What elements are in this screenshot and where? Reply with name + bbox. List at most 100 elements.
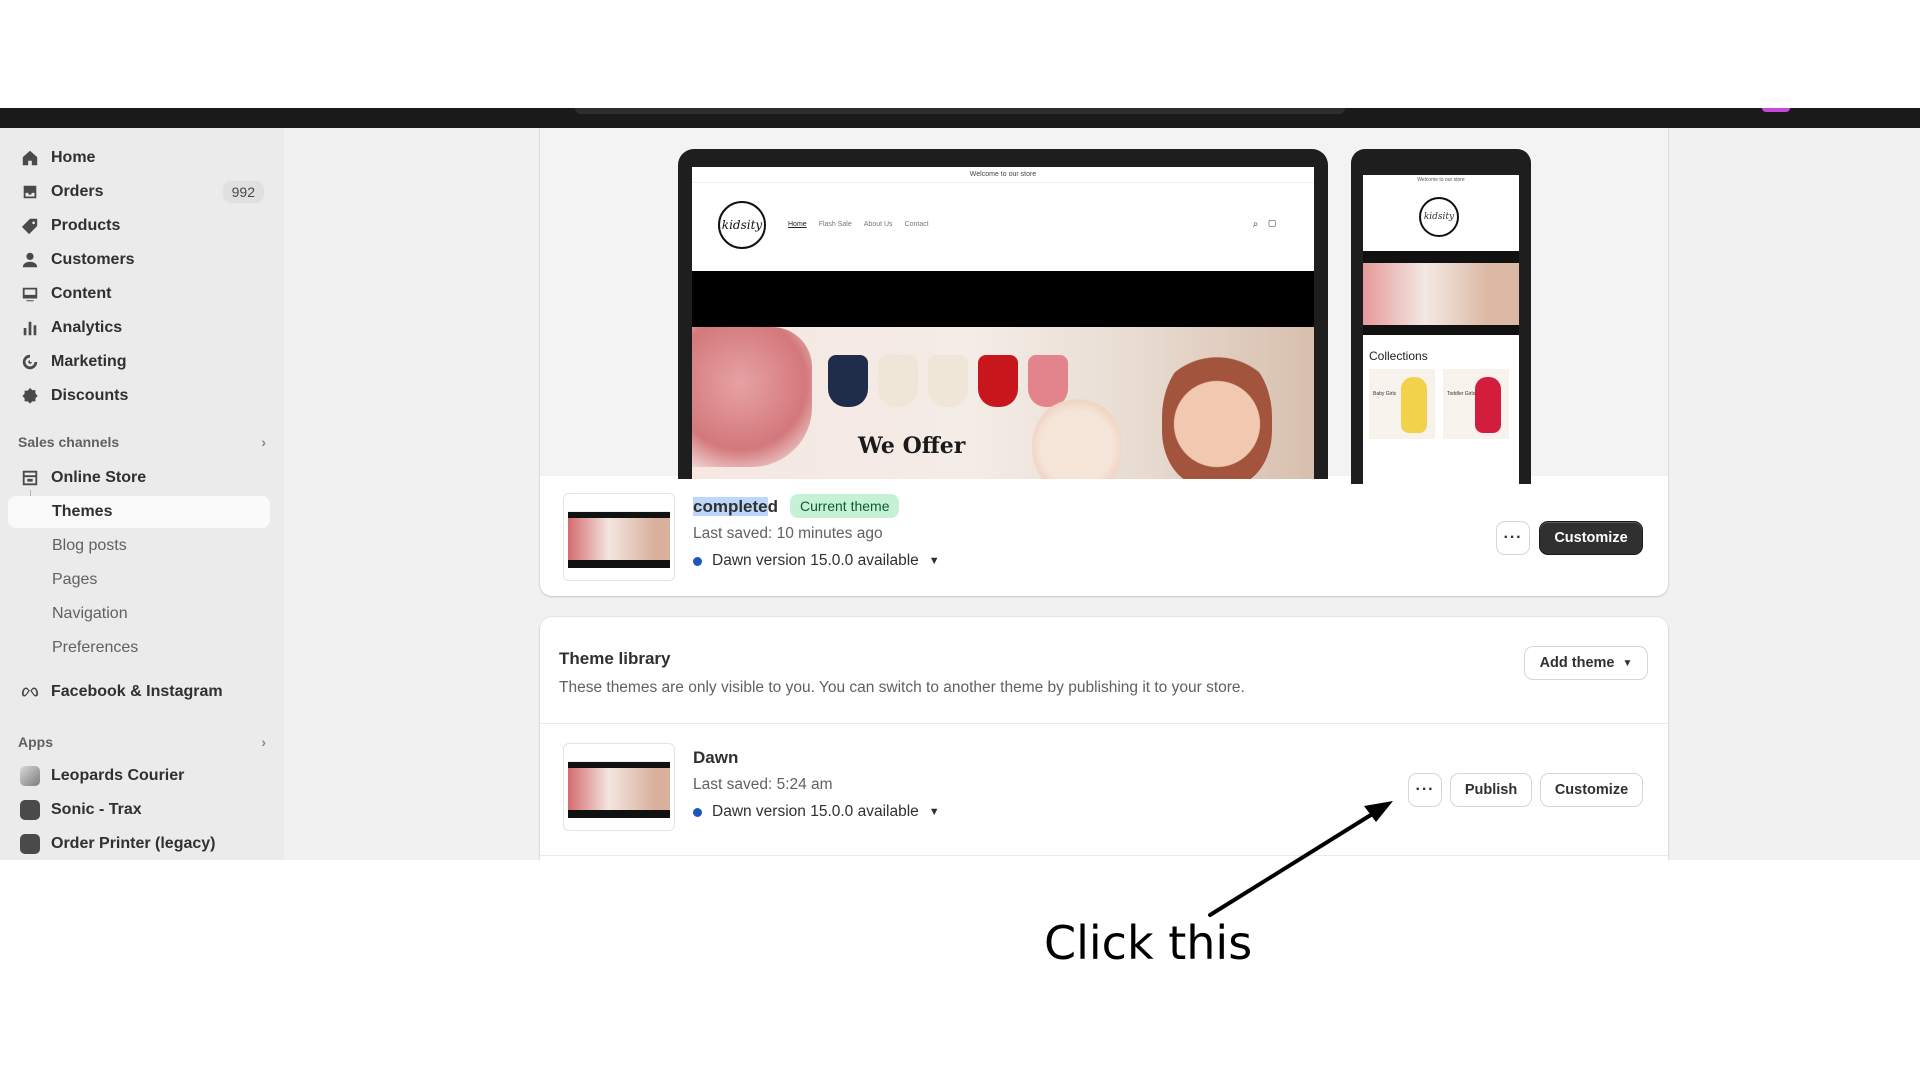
hero-heading: We Offer [858, 433, 966, 459]
orders-count-badge: 992 [222, 181, 264, 203]
chevron-right-icon: › [261, 434, 266, 450]
sidebar-item-label: Leopards Courier [51, 767, 185, 784]
sidebar-item-preferences[interactable]: Preferences [8, 632, 270, 664]
theme-library-description: These themes are only visible to you. Yo… [559, 679, 1245, 696]
kid-image [1475, 377, 1501, 433]
meta-icon [20, 682, 40, 702]
publish-button[interactable]: Publish [1451, 774, 1531, 806]
hero-banner: We Offer [692, 327, 1314, 479]
apps-label: Apps [18, 734, 53, 750]
order-printer-app-icon [20, 834, 40, 854]
sidebar-item-content[interactable]: Content [8, 278, 270, 310]
version-label: Dawn version 15.0.0 available [712, 803, 919, 820]
orders-icon [20, 182, 40, 202]
sidebar: Home Orders 992 Products Customers Conte… [0, 128, 284, 860]
customize-button[interactable]: Customize [1540, 522, 1642, 554]
add-theme-label: Add theme [1539, 655, 1615, 671]
sidebar-item-label: Customers [51, 251, 135, 268]
sidebar-item-app-order-printer[interactable]: Order Printer (legacy) [8, 828, 270, 860]
collections-heading: Collections [1369, 349, 1428, 363]
home-icon [20, 148, 40, 168]
sidebar-item-home[interactable]: Home [8, 142, 270, 174]
chevron-right-icon: › [261, 734, 266, 750]
sidebar-item-label: Home [51, 149, 96, 166]
divider [540, 723, 1668, 724]
collection-tile-label: Baby Girls [1373, 391, 1397, 397]
theme-thumbnail [563, 743, 675, 831]
sidebar-item-label: Sonic - Trax [51, 801, 142, 818]
theme-name: Dawn [693, 748, 739, 767]
version-label: Dawn version 15.0.0 available [712, 552, 919, 569]
mother-image [1162, 347, 1272, 479]
sidebar-item-label: Order Printer (legacy) [51, 835, 216, 852]
sidebar-item-label: Pages [52, 571, 98, 588]
sidebar-item-online-store[interactable]: Online Store [8, 462, 270, 494]
pink-clothing-image [692, 327, 812, 467]
apps-header[interactable]: Apps › [18, 734, 266, 750]
theme-name-rest: d [767, 497, 779, 516]
current-theme-badge: Current theme [790, 494, 900, 518]
store-icon [20, 468, 40, 488]
more-actions-button[interactable]: ··· [1497, 522, 1529, 554]
sidebar-item-app-sonic-trax[interactable]: Sonic - Trax [8, 794, 270, 826]
last-saved: Last saved: 5:24 am [693, 776, 833, 793]
chevron-down-icon: ▼ [1622, 657, 1633, 669]
version-notice[interactable]: Dawn version 15.0.0 available ▼ [693, 552, 940, 570]
chevron-down-icon: ▼ [928, 555, 940, 567]
version-notice[interactable]: Dawn version 15.0.0 available ▼ [693, 803, 940, 821]
sidebar-item-orders[interactable]: Orders 992 [8, 176, 270, 208]
sidebar-item-analytics[interactable]: Analytics [8, 312, 270, 344]
theme-library-title: Theme library [559, 649, 671, 668]
sidebar-item-label: Products [51, 217, 121, 234]
chevron-down-icon: ▼ [928, 806, 940, 818]
sales-channels-header[interactable]: Sales channels › [18, 434, 266, 450]
sidebar-item-discounts[interactable]: Discounts [8, 380, 270, 412]
sidebar-item-label: Blog posts [52, 537, 127, 554]
person-icon [20, 250, 40, 270]
announcement-bar: Welcome to our store [692, 167, 1314, 183]
sidebar-item-customers[interactable]: Customers [8, 244, 270, 276]
sidebar-item-marketing[interactable]: Marketing [8, 346, 270, 378]
store-logo: kidsity [1419, 197, 1459, 237]
black-band [1363, 325, 1519, 335]
store-header: kidsity Home Flash Sale About Us Contact… [692, 183, 1314, 271]
sidebar-item-label: Orders [51, 183, 104, 200]
add-theme-button[interactable]: Add theme ▼ [1525, 647, 1647, 679]
announcement-bar: Welcome to our store [1417, 177, 1465, 183]
customize-button[interactable]: Customize [1541, 774, 1642, 806]
theme-preview[interactable]: Welcome to our store kidsity Home Flash … [540, 128, 1668, 484]
collection-tile: Toddler Girls [1443, 369, 1509, 439]
info-dot-icon [693, 556, 702, 566]
sidebar-item-label: Content [51, 285, 112, 302]
sonic-trax-app-icon [20, 800, 40, 820]
more-actions-button[interactable]: ··· [1409, 774, 1441, 806]
theme-library-card: Theme library These themes are only visi… [540, 617, 1668, 860]
sidebar-item-pages[interactable]: Pages [8, 564, 270, 596]
sidebar-item-blog-posts[interactable]: Blog posts [8, 530, 270, 562]
tag-icon [20, 216, 40, 236]
info-dot-icon [693, 807, 702, 817]
sidebar-item-themes[interactable]: Themes [8, 496, 270, 528]
sidebar-item-products[interactable]: Products [8, 210, 270, 242]
current-theme-card: Welcome to our store kidsity Home Flash … [540, 128, 1668, 596]
top-bar [0, 108, 1920, 128]
dress-image [878, 355, 918, 407]
dress-image [928, 355, 968, 407]
sidebar-item-app-leopards-courier[interactable]: Leopards Courier [8, 760, 270, 792]
theme-thumbnail [563, 493, 675, 581]
selected-text: complete [693, 497, 768, 516]
desktop-preview: Welcome to our store kidsity Home Flash … [678, 149, 1328, 479]
theme-name: completed [693, 497, 778, 517]
sidebar-item-label: Preferences [52, 639, 139, 656]
search-cart-icons: ⌕▢ [1252, 219, 1286, 230]
leopards-courier-app-icon [20, 766, 40, 786]
black-band [692, 271, 1314, 327]
sidebar-item-navigation[interactable]: Navigation [8, 598, 270, 630]
search-bar-edge[interactable] [575, 108, 1345, 114]
store-nav-item: About Us [863, 221, 893, 228]
sidebar-item-facebook-instagram[interactable]: Facebook & Instagram [8, 676, 270, 708]
content-icon [20, 284, 40, 304]
sidebar-item-label: Facebook & Instagram [51, 683, 223, 700]
kid-image [1401, 377, 1427, 433]
avatar[interactable] [1762, 108, 1790, 112]
